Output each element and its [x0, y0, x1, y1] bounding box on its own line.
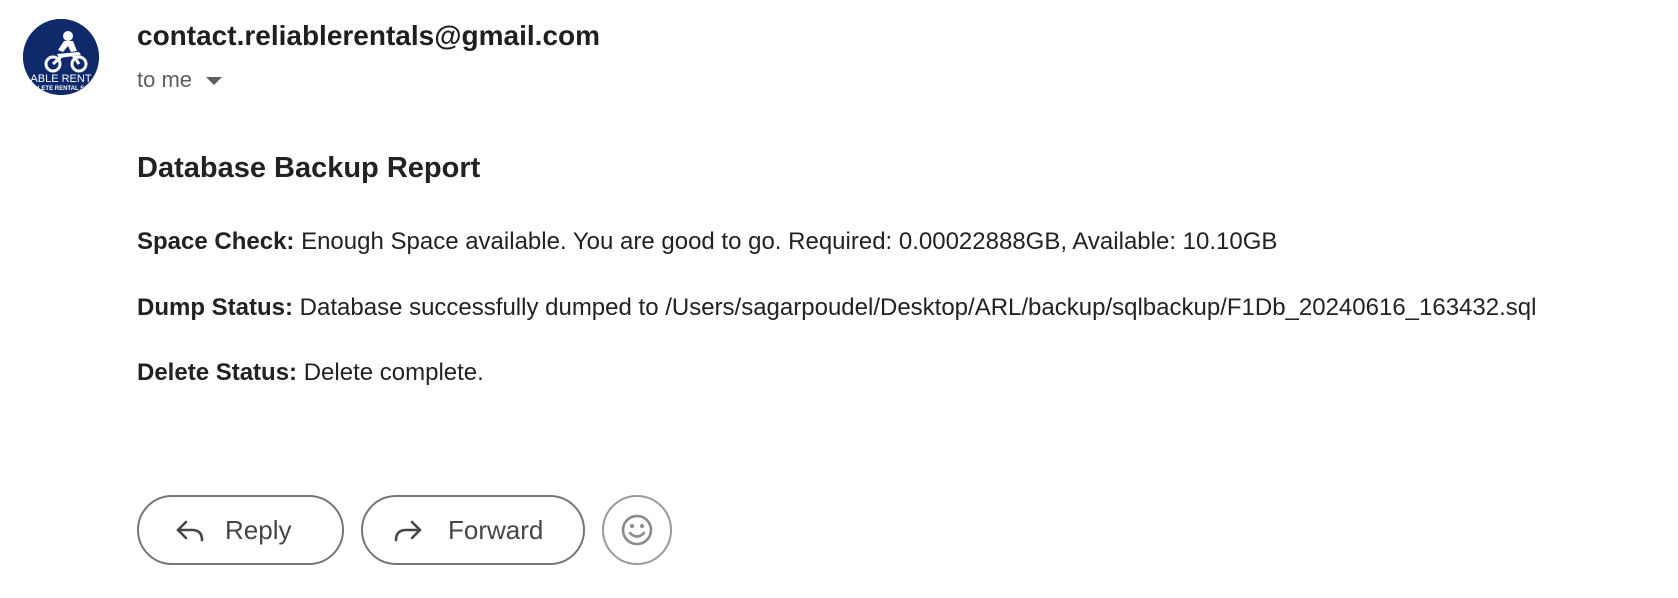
delete-status-line: Delete Status: Delete complete.: [137, 359, 484, 387]
dirt-bike-rider-icon: ABLE RENT LETE RENTAL S: [23, 19, 99, 95]
reply-button[interactable]: Reply: [137, 495, 344, 565]
dump-status-value: Database successfully dumped to /Users/s…: [299, 294, 1537, 321]
dump-status-line: Dump Status: Database successfully dumpe…: [137, 294, 1536, 322]
sender-avatar[interactable]: ABLE RENT LETE RENTAL S: [23, 19, 99, 95]
recipient-details-toggle[interactable]: to me: [137, 67, 223, 93]
caret-down-icon: [206, 77, 223, 85]
forward-button[interactable]: Forward: [361, 495, 585, 565]
space-check-line: Space Check: Enough Space available. You…: [137, 228, 1277, 256]
add-reaction-button[interactable]: [602, 495, 672, 565]
report-title: Database Backup Report: [137, 152, 481, 184]
avatar-text-line2: LETE RENTAL S: [38, 86, 84, 92]
space-check-value: Enough Space available. You are good to …: [301, 228, 1278, 255]
reply-button-label: Reply: [225, 514, 292, 545]
sender-email[interactable]: contact.reliablerentals@gmail.com: [137, 20, 600, 52]
forward-button-label: Forward: [448, 514, 544, 545]
delete-status-key: Delete Status:: [137, 359, 298, 386]
avatar-text-line1: ABLE RENT: [30, 73, 91, 85]
recipient-label: to me: [137, 67, 193, 92]
delete-status-value: Delete complete.: [303, 359, 484, 386]
dump-status-key: Dump Status:: [137, 294, 293, 321]
space-check-key: Space Check:: [137, 228, 295, 255]
smiley-face-icon: [621, 514, 653, 546]
reply-arrow-icon: [176, 520, 204, 542]
forward-arrow-icon: [394, 520, 422, 542]
